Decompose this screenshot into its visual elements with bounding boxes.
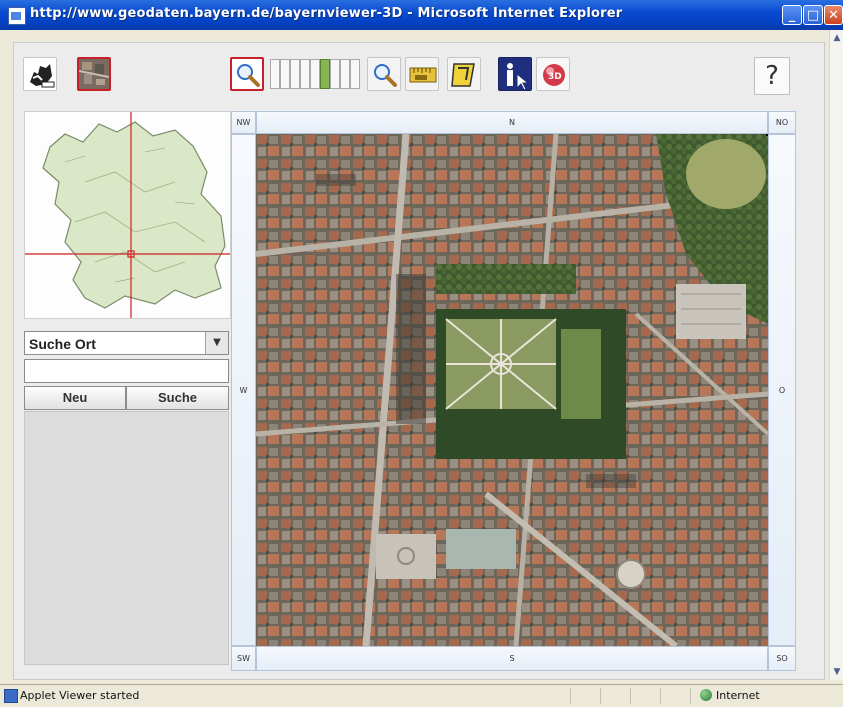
status-text: Applet Viewer started bbox=[20, 689, 140, 702]
map-toolbar: 3D ? bbox=[14, 43, 824, 107]
new-button[interactable]: Neu bbox=[24, 386, 126, 410]
map-frame: NW N NO W O SW S SO bbox=[231, 111, 796, 671]
zoom-level-step[interactable] bbox=[330, 59, 340, 89]
zoom-out-icon[interactable] bbox=[367, 57, 401, 91]
zoom-level-step[interactable] bbox=[300, 59, 310, 89]
pan-ne-button[interactable]: NO bbox=[768, 111, 796, 134]
globe-icon bbox=[700, 689, 712, 701]
zoom-level-step[interactable] bbox=[280, 59, 290, 89]
zoom-level-step[interactable] bbox=[320, 59, 330, 89]
search-button-row: Neu Suche bbox=[24, 386, 229, 410]
zoom-in-icon[interactable] bbox=[230, 57, 264, 91]
pan-s-button[interactable]: S bbox=[256, 646, 768, 671]
status-divider bbox=[600, 688, 601, 704]
pan-w-button[interactable]: W bbox=[231, 134, 256, 646]
page-scrollbar[interactable]: ▲ ▼ bbox=[829, 30, 843, 680]
scroll-up-icon[interactable]: ▲ bbox=[830, 30, 843, 46]
aerial-photo-image bbox=[256, 134, 768, 646]
window-title: http://www.geodaten.bayern.de/bayernview… bbox=[30, 6, 623, 21]
search-category-value: Suche Ort bbox=[29, 336, 96, 352]
pan-se-button[interactable]: SO bbox=[768, 646, 796, 671]
search-button[interactable]: Suche bbox=[126, 386, 229, 410]
pan-nw-button[interactable]: NW bbox=[231, 111, 256, 134]
title-bar: http://www.geodaten.bayern.de/bayernview… bbox=[0, 0, 843, 30]
status-divider bbox=[570, 688, 571, 704]
status-bar: Applet Viewer started Internet bbox=[0, 684, 843, 707]
3d-icon[interactable]: 3D bbox=[536, 57, 570, 91]
status-divider bbox=[660, 688, 661, 704]
pan-sw-button[interactable]: SW bbox=[231, 646, 256, 671]
zoom-level-step[interactable] bbox=[310, 59, 320, 89]
help-button[interactable]: ? bbox=[754, 57, 790, 95]
status-divider bbox=[690, 688, 691, 704]
measure-icon[interactable] bbox=[405, 57, 439, 91]
search-input[interactable] bbox=[24, 359, 229, 383]
pan-n-button[interactable]: N bbox=[256, 111, 768, 134]
scroll-down-icon[interactable]: ▼ bbox=[830, 664, 843, 680]
maximize-button[interactable]: □ bbox=[803, 5, 823, 25]
aerial-map-view[interactable] bbox=[256, 134, 768, 646]
svg-text:3D: 3D bbox=[548, 72, 562, 82]
zoom-level-step[interactable] bbox=[290, 59, 300, 89]
security-zone-label: Internet bbox=[716, 689, 760, 702]
zoom-level-step[interactable] bbox=[340, 59, 350, 89]
chevron-down-icon[interactable]: ▼ bbox=[205, 332, 228, 354]
aerial-photo-icon[interactable] bbox=[77, 57, 111, 91]
search-category-select[interactable]: Suche Ort ▼ bbox=[24, 331, 229, 355]
ie-page-icon bbox=[8, 7, 26, 25]
close-button[interactable]: ✕ bbox=[824, 5, 843, 25]
zoom-level-step[interactable] bbox=[350, 59, 360, 89]
info-icon[interactable] bbox=[498, 57, 532, 91]
overview-map[interactable] bbox=[24, 111, 231, 319]
overview-map-icon[interactable] bbox=[23, 57, 57, 91]
area-measure-icon[interactable] bbox=[447, 57, 481, 91]
minimize-button[interactable]: _ bbox=[782, 5, 802, 25]
zoom-level-step[interactable] bbox=[270, 59, 280, 89]
bavaria-outline bbox=[25, 112, 230, 318]
status-divider bbox=[630, 688, 631, 704]
bayernviewer-applet: 3D ? Suche Ort ▼ Neu Suche NW N NO W O S… bbox=[13, 42, 825, 680]
applet-icon bbox=[4, 689, 18, 703]
results-panel bbox=[24, 411, 229, 665]
pan-e-button[interactable]: O bbox=[768, 134, 796, 646]
